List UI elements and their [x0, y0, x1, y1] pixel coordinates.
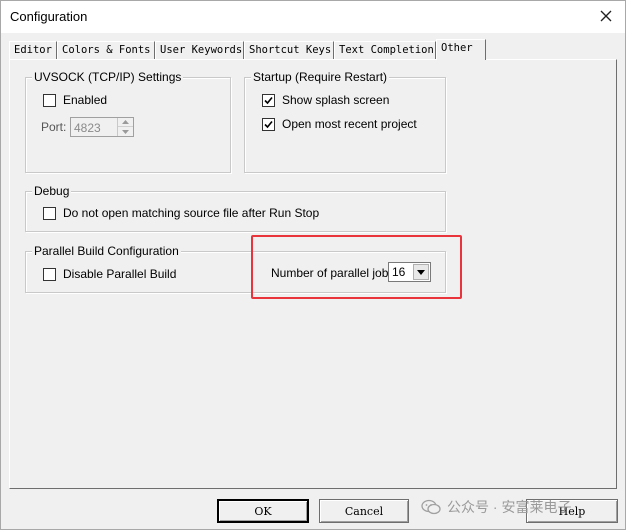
no-open-source-checkbox[interactable]: Do not open matching source file after R… [43, 206, 319, 220]
close-button[interactable] [595, 5, 617, 27]
wechat-icon [421, 499, 441, 515]
uvsock-enabled-label: Enabled [63, 93, 108, 107]
disable-parallel-checkbox[interactable]: Disable Parallel Build [43, 267, 176, 281]
tab-user-keywords[interactable]: User Keywords [155, 41, 244, 59]
watermark-text: 公众号 · 安富莱电子 [447, 499, 572, 515]
uvsock-legend: UVSOCK (TCP/IP) Settings [32, 70, 184, 84]
highlight-annotation [251, 235, 462, 299]
startup-legend: Startup (Require Restart) [251, 70, 390, 84]
no-open-source-label: Do not open matching source file after R… [63, 206, 320, 220]
watermark: 公众号 · 安富莱电子 [421, 495, 571, 519]
spin-down-button[interactable] [118, 127, 133, 136]
checkbox-box [43, 93, 56, 107]
spin-buttons [117, 118, 133, 136]
tab-colors-fonts[interactable]: Colors & Fonts [57, 41, 155, 59]
disable-parallel-label: Disable Parallel Build [63, 267, 177, 281]
tab-shortcut-keys[interactable]: Shortcut Keys [244, 41, 334, 59]
checkmark-icon [264, 120, 273, 128]
show-splash-checkbox[interactable]: Show splash screen [262, 93, 389, 107]
checkbox-box [43, 267, 56, 281]
parallel-build-legend: Parallel Build Configuration [32, 244, 181, 258]
debug-legend: Debug [32, 184, 72, 198]
tab-editor[interactable]: Editor [9, 41, 57, 59]
show-splash-label: Show splash screen [282, 93, 390, 107]
window-title: Configuration [10, 9, 88, 24]
port-spinner[interactable]: 4823 [70, 117, 134, 137]
checkbox-box [262, 93, 275, 107]
open-recent-checkbox[interactable]: Open most recent project [262, 117, 417, 131]
checkmark-icon [264, 96, 273, 104]
spin-up-button[interactable] [118, 118, 133, 127]
checkbox-box [262, 117, 275, 131]
triangle-down-icon [122, 129, 129, 134]
checkbox-box [43, 206, 56, 220]
tab-text-completion[interactable]: Text Completion [334, 41, 436, 59]
ok-button[interactable]: OK [217, 499, 309, 523]
close-icon [600, 10, 612, 22]
configuration-dialog: Configuration Editor Colors & Fonts User… [0, 0, 626, 530]
port-label: Port: [41, 120, 67, 134]
tab-other[interactable]: Other [436, 39, 486, 60]
cancel-button[interactable]: Cancel [319, 499, 409, 523]
triangle-up-icon [122, 120, 129, 124]
uvsock-enabled-checkbox[interactable]: Enabled [43, 93, 107, 107]
port-value: 4823 [74, 121, 101, 135]
title-bar: Configuration [1, 1, 625, 33]
open-recent-label: Open most recent project [282, 117, 417, 131]
